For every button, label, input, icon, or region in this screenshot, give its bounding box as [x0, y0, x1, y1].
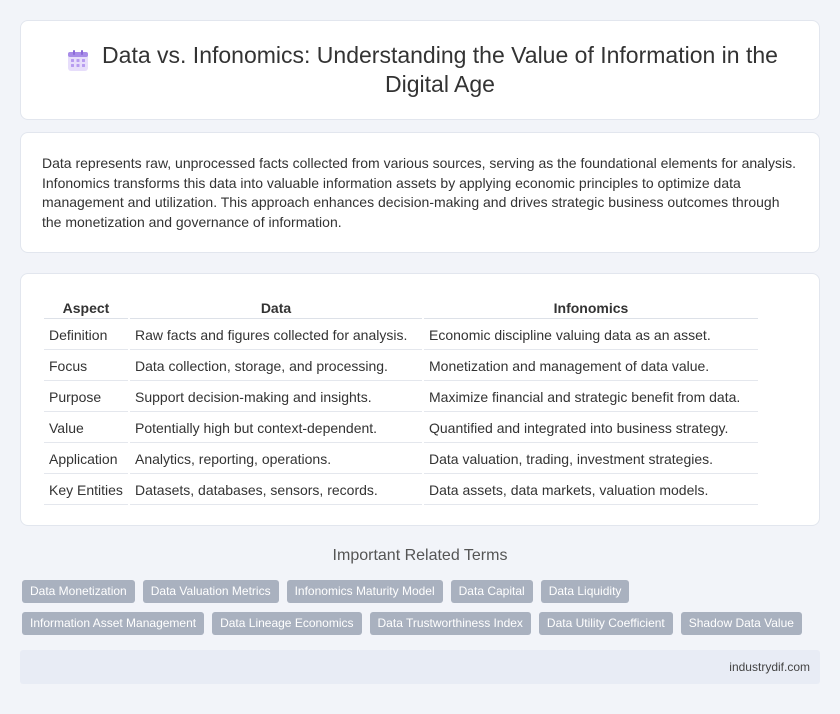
header-data: Data	[130, 298, 422, 319]
footer-site[interactable]: industrydif.com	[729, 660, 810, 674]
intro-card: Data represents raw, unprocessed facts c…	[20, 132, 820, 253]
aspect-cell: Focus	[44, 352, 128, 381]
table-row: Value Potentially high but context-depen…	[44, 414, 758, 443]
infonomics-cell: Data valuation, trading, investment stra…	[424, 445, 758, 474]
page-title: Data vs. Infonomics: Understanding the V…	[102, 42, 778, 97]
comparison-card: Aspect Data Infonomics Definition Raw fa…	[20, 273, 820, 526]
table-row: Definition Raw facts and figures collect…	[44, 321, 758, 350]
aspect-cell: Definition	[44, 321, 128, 350]
header-card: Data vs. Infonomics: Understanding the V…	[20, 20, 820, 120]
table-row: Focus Data collection, storage, and proc…	[44, 352, 758, 381]
infonomics-cell: Data assets, data markets, valuation mod…	[424, 476, 758, 505]
header-aspect: Aspect	[44, 298, 128, 319]
tag-row: Information Asset Management Data Lineag…	[22, 612, 822, 635]
tag-data-capital[interactable]: Data Capital	[450, 580, 533, 603]
tag-data-monetization[interactable]: Data Monetization	[22, 580, 135, 603]
data-cell: Potentially high but context-dependent.	[130, 414, 422, 443]
tag-data-liquidity[interactable]: Data Liquidity	[540, 580, 630, 603]
data-cell: Data collection, storage, and processing…	[130, 352, 422, 381]
tag-data-valuation-metrics[interactable]: Data Valuation Metrics	[142, 580, 279, 603]
aspect-cell: Application	[44, 445, 128, 474]
tag-data-utility-coefficient[interactable]: Data Utility Coefficient	[538, 612, 673, 635]
data-cell: Datasets, databases, sensors, records.	[130, 476, 422, 505]
table-row: Purpose Support decision-making and insi…	[44, 383, 758, 412]
related-terms-title: Important Related Terms	[332, 547, 508, 564]
data-cell: Analytics, reporting, operations.	[130, 445, 422, 474]
table-header-row: Aspect Data Infonomics	[44, 298, 758, 319]
data-cell: Raw facts and figures collected for anal…	[130, 321, 422, 350]
tag-data-trustworthiness-index[interactable]: Data Trustworthiness Index	[369, 612, 531, 635]
tag-infonomics-maturity-model[interactable]: Infonomics Maturity Model	[286, 580, 443, 603]
comparison-table: Aspect Data Infonomics Definition Raw fa…	[42, 296, 760, 507]
tag-shadow-data-value[interactable]: Shadow Data Value	[680, 612, 802, 635]
table-row: Key Entities Datasets, databases, sensor…	[44, 476, 758, 505]
related-terms-list: Data Monetization Data Valuation Metrics…	[22, 580, 822, 644]
aspect-cell: Value	[44, 414, 128, 443]
infonomics-cell: Monetization and management of data valu…	[424, 352, 758, 381]
aspect-cell: Purpose	[44, 383, 128, 412]
infonomics-cell: Maximize financial and strategic benefit…	[424, 383, 758, 412]
footer: industrydif.com	[20, 650, 820, 684]
tag-data-lineage-economics[interactable]: Data Lineage Economics	[212, 612, 362, 635]
header-infonomics: Infonomics	[424, 298, 758, 319]
tag-row: Data Monetization Data Valuation Metrics…	[22, 580, 822, 603]
infonomics-cell: Economic discipline valuing data as an a…	[424, 321, 758, 350]
data-cell: Support decision-making and insights.	[130, 383, 422, 412]
aspect-cell: Key Entities	[44, 476, 128, 505]
table-row: Application Analytics, reporting, operat…	[44, 445, 758, 474]
intro-paragraph: Data represents raw, unprocessed facts c…	[42, 155, 797, 230]
infonomics-cell: Quantified and integrated into business …	[424, 414, 758, 443]
tag-information-asset-management[interactable]: Information Asset Management	[22, 612, 205, 635]
